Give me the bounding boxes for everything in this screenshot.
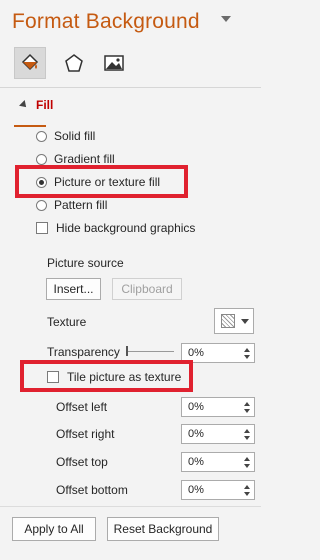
spinner-value[interactable]: 0% (188, 456, 204, 468)
offset-left-label: Offset left (56, 400, 108, 414)
fill-section-header[interactable]: Fill (19, 98, 54, 112)
radio-button[interactable] (36, 130, 47, 142)
checkbox[interactable] (36, 222, 48, 234)
texture-swatch-icon (221, 314, 235, 328)
picture-icon (103, 52, 125, 74)
spinner-value[interactable]: 0% (188, 428, 204, 440)
spin-down-icon[interactable] (244, 492, 250, 496)
hide-background-graphics-checkbox[interactable]: Hide background graphics (36, 220, 195, 236)
offset-right-spinner[interactable]: 0% (181, 424, 255, 444)
tab-picture[interactable] (98, 47, 130, 79)
paint-bucket-icon (19, 52, 41, 74)
texture-label: Texture (47, 315, 87, 329)
picture-source-label: Picture source (47, 256, 124, 270)
footer-divider (0, 506, 261, 507)
spin-down-icon[interactable] (244, 355, 250, 359)
spin-up-icon[interactable] (244, 457, 250, 461)
radio-label: Gradient fill (54, 152, 115, 166)
chevron-down-icon (241, 319, 249, 324)
pane-title: Format Background (12, 10, 200, 33)
format-background-pane: Format Background Fill Solid fill Gradie… (0, 0, 261, 560)
radio-pattern-fill[interactable]: Pattern fill (36, 197, 107, 213)
transparency-label: Transparency (47, 345, 120, 359)
apply-to-all-button[interactable]: Apply to All (12, 517, 96, 541)
tab-fill[interactable] (14, 47, 46, 79)
reset-background-button[interactable]: Reset Background (107, 517, 219, 541)
offset-left-spinner[interactable]: 0% (181, 397, 255, 417)
spinner-value[interactable]: 0% (188, 484, 204, 496)
offset-right-label: Offset right (56, 427, 115, 441)
offset-bottom-spinner[interactable]: 0% (181, 480, 255, 500)
radio-solid-fill[interactable]: Solid fill (36, 128, 95, 144)
highlight-box-tile (20, 360, 193, 392)
spin-up-icon[interactable] (244, 485, 250, 489)
tabs-divider (0, 87, 261, 88)
offset-top-spinner[interactable]: 0% (181, 452, 255, 472)
highlight-box-picture-fill (15, 165, 188, 198)
radio-button[interactable] (36, 199, 47, 211)
spin-down-icon[interactable] (244, 464, 250, 468)
insert-button[interactable]: Insert... (46, 278, 101, 300)
pane-options-dropdown-icon[interactable] (221, 16, 231, 22)
spinner-value[interactable]: 0% (188, 401, 204, 413)
radio-button[interactable] (36, 153, 47, 165)
spin-up-icon[interactable] (244, 429, 250, 433)
pentagon-icon (63, 52, 85, 74)
tab-effects[interactable] (58, 47, 90, 79)
texture-dropdown[interactable] (214, 308, 254, 334)
clipboard-button[interactable]: Clipboard (112, 278, 182, 300)
checkbox-label: Hide background graphics (56, 221, 196, 235)
transparency-slider-track[interactable] (127, 351, 174, 352)
radio-label: Solid fill (54, 129, 96, 143)
active-tab-indicator (14, 125, 46, 127)
collapse-arrow-icon (19, 100, 29, 110)
spinner-value[interactable]: 0% (188, 347, 204, 359)
spin-down-icon[interactable] (244, 436, 250, 440)
transparency-slider-thumb[interactable] (126, 346, 128, 356)
spin-down-icon[interactable] (244, 409, 250, 413)
radio-label: Pattern fill (54, 198, 108, 212)
offset-top-label: Offset top (56, 455, 108, 469)
fill-section-title: Fill (36, 98, 54, 112)
spin-up-icon[interactable] (244, 348, 250, 352)
spin-up-icon[interactable] (244, 402, 250, 406)
offset-bottom-label: Offset bottom (56, 483, 128, 497)
